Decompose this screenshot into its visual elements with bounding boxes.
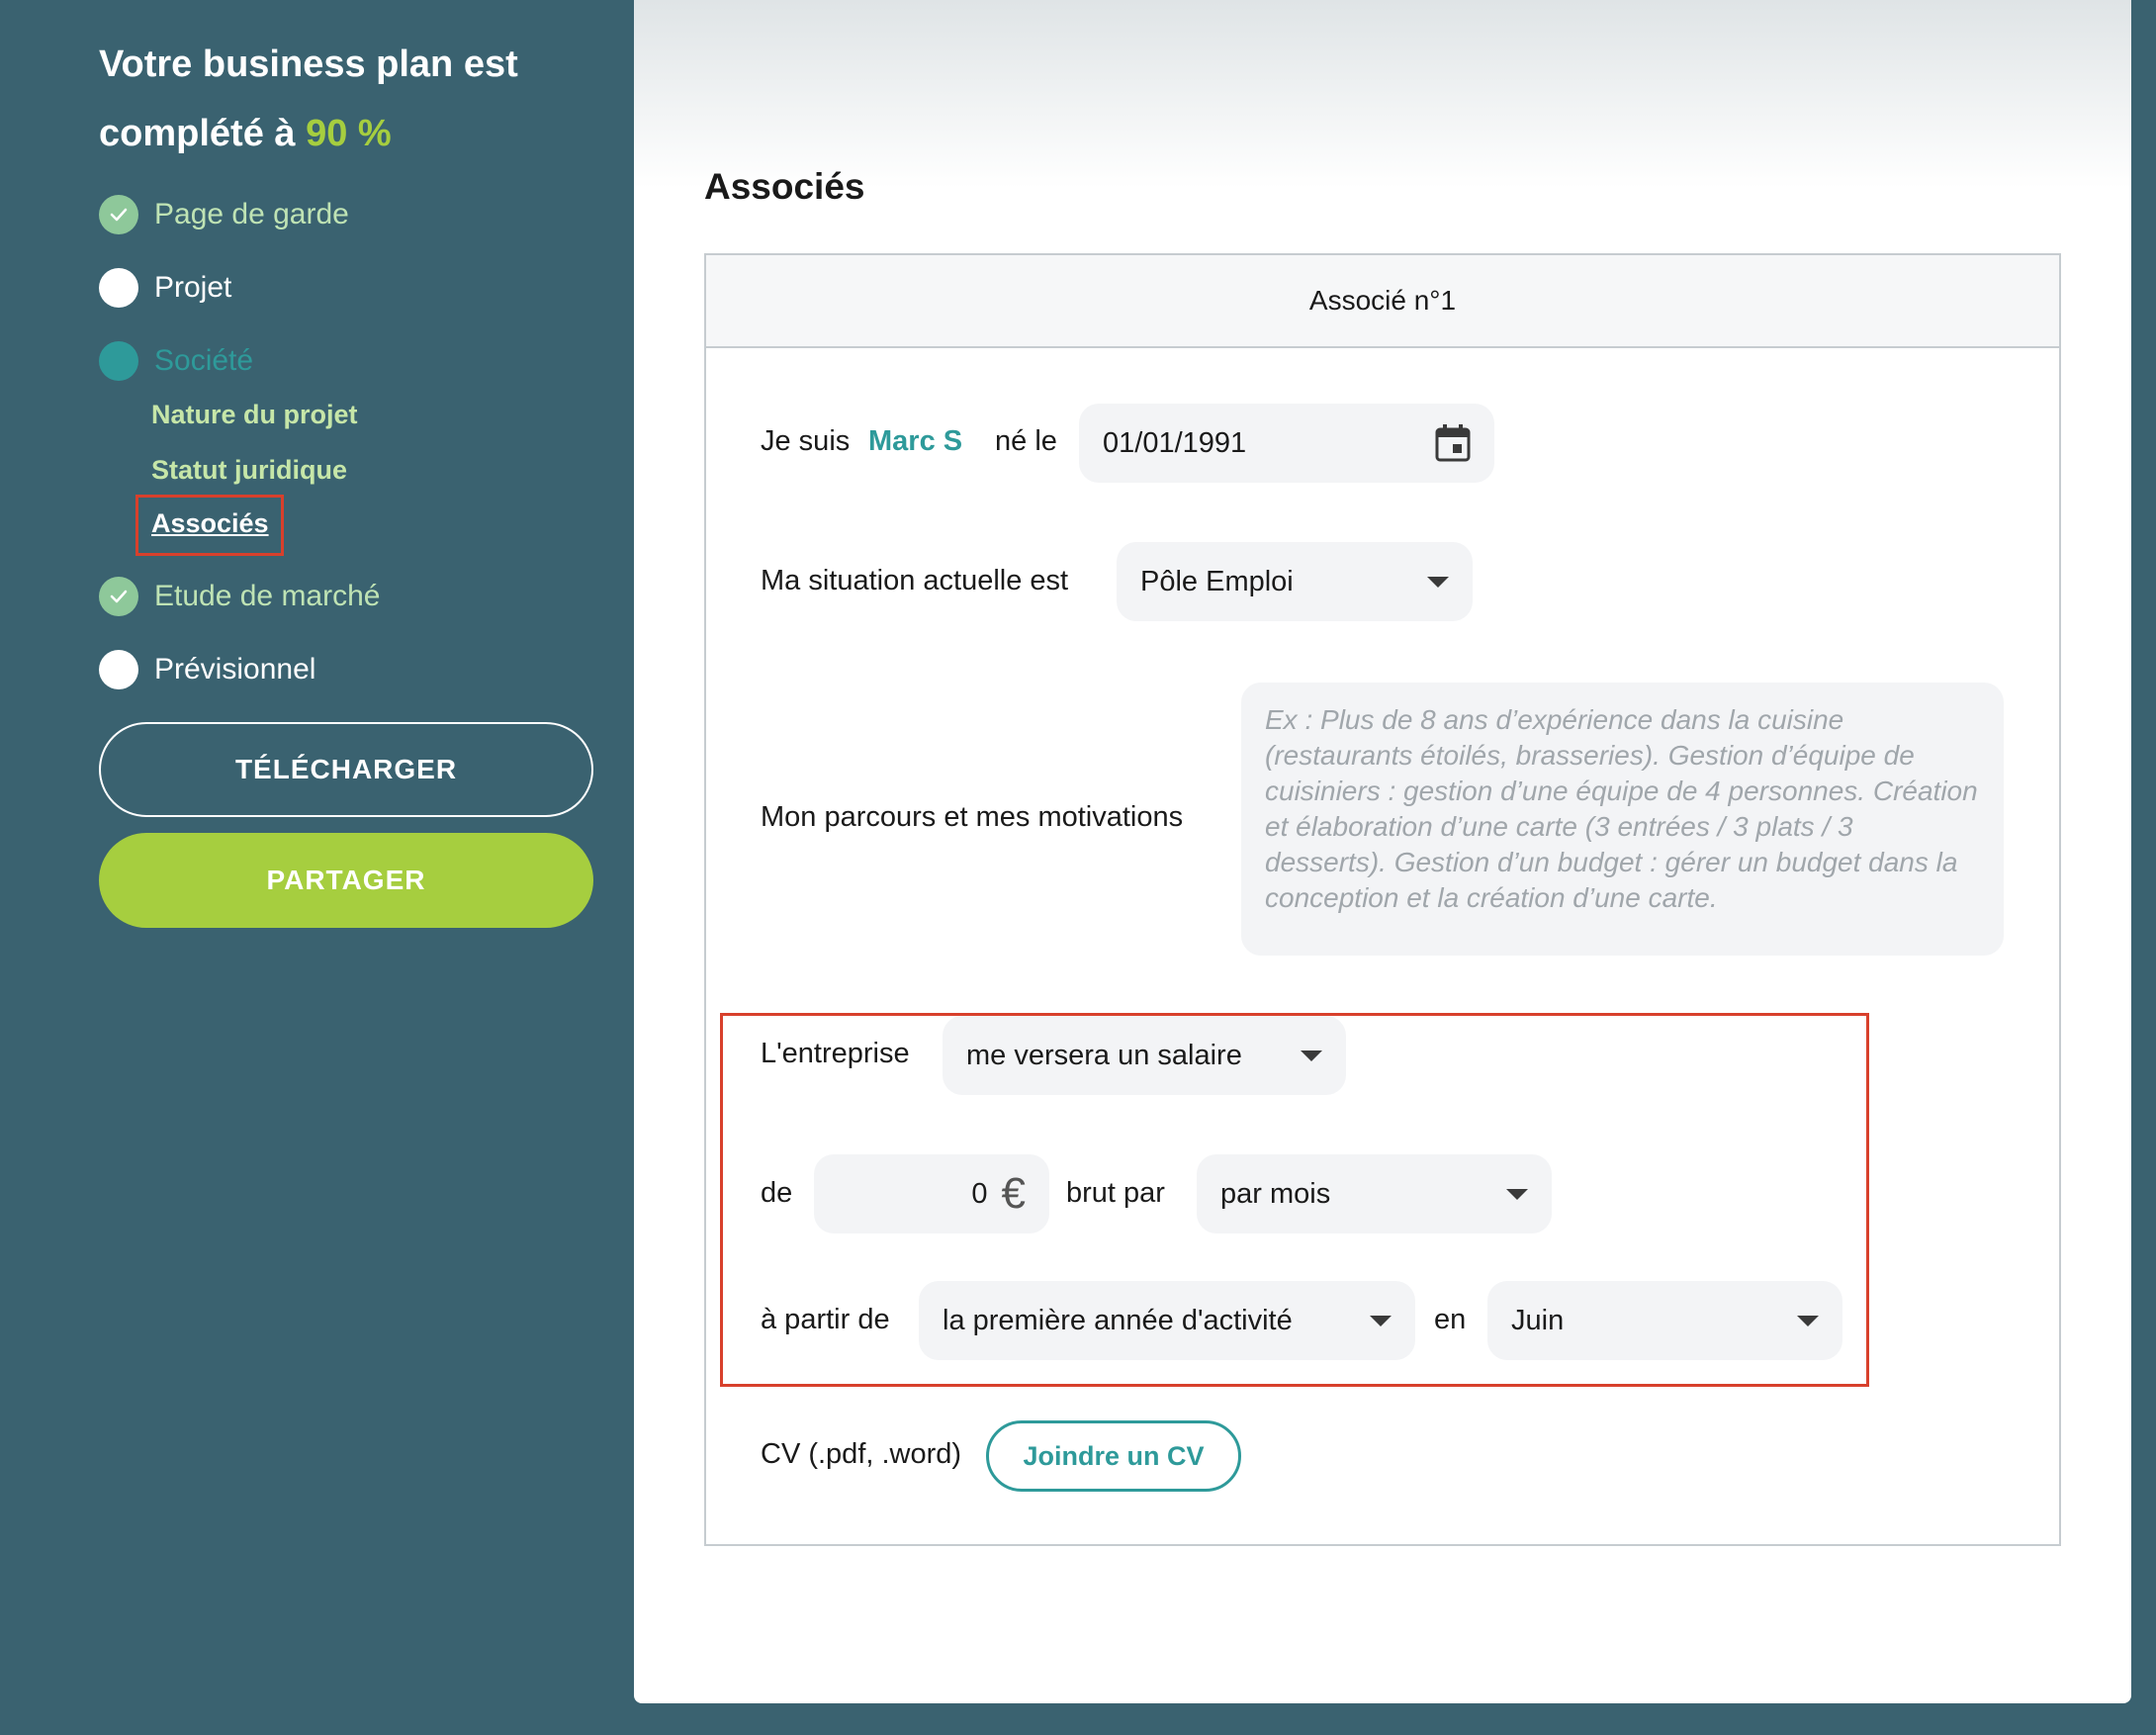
chevron-down-icon [1797, 1315, 1819, 1326]
active-substep-highlight [135, 495, 284, 556]
entreprise-label: L'entreprise [761, 1038, 910, 1069]
associate-name[interactable]: Marc S [868, 425, 962, 458]
empty-circle-icon [99, 650, 138, 689]
en-label: en [1434, 1304, 1467, 1335]
chevron-down-icon [1427, 576, 1449, 588]
chevron-down-icon [1506, 1188, 1528, 1200]
current-step-icon [99, 341, 138, 381]
step-projet[interactable]: Projet [99, 268, 231, 308]
euro-icon: € [1001, 1169, 1026, 1218]
page-title: Associés [704, 166, 865, 207]
a-partir-label: à partir de [761, 1304, 890, 1335]
step-etude-de-marche[interactable]: Etude de marché [99, 577, 380, 616]
chevron-down-icon [1301, 1050, 1322, 1061]
step-page-de-garde[interactable]: Page de garde [99, 195, 349, 234]
period-select[interactable]: par mois [1197, 1154, 1552, 1233]
situation-value: Pôle Emploi [1140, 565, 1294, 597]
birth-date-value: 01/01/1991 [1103, 426, 1247, 459]
de-label: de [761, 1177, 793, 1209]
situation-label: Ma situation actuelle est [761, 565, 1069, 596]
month-value: Juin [1511, 1304, 1565, 1336]
attach-cv-button[interactable]: Joindre un CV [986, 1420, 1241, 1492]
step-societe[interactable]: Société [99, 341, 253, 381]
brut-par-label: brut par [1066, 1177, 1165, 1209]
step-label: Prévisionnel [154, 653, 316, 685]
start-year-select[interactable]: la première année d'activité [919, 1281, 1415, 1360]
situation-select[interactable]: Pôle Emploi [1117, 542, 1473, 621]
sidebar: Votre business plan est complété à 90 % … [0, 0, 634, 1735]
download-button[interactable]: TÉLÉCHARGER [99, 722, 593, 817]
step-previsionnel[interactable]: Prévisionnel [99, 650, 315, 689]
progress-percent: 90 % [306, 113, 392, 154]
cv-label: CV (.pdf, .word) [761, 1438, 962, 1470]
step-label: Page de garde [154, 198, 349, 230]
parcours-textarea[interactable]: Ex : Plus de 8 ans d’expérience dans la … [1241, 683, 2004, 956]
je-suis-label: Je suis [761, 425, 851, 457]
entreprise-select[interactable]: me versera un salaire [943, 1016, 1346, 1095]
ne-le-label: né le [995, 425, 1057, 457]
share-button[interactable]: PARTAGER [99, 833, 593, 928]
main-content: Associés Associé n°1 Je suis Marc S né l… [634, 0, 2131, 1703]
substep-statut-juridique[interactable]: Statut juridique [151, 455, 347, 486]
empty-circle-icon [99, 268, 138, 308]
progress-title: Votre business plan est complété à 90 % [99, 30, 613, 168]
entreprise-value: me versera un salaire [966, 1039, 1242, 1071]
period-value: par mois [1220, 1177, 1331, 1210]
start-year-value: la première année d'activité [943, 1304, 1293, 1336]
salary-input[interactable]: 0 € [814, 1154, 1049, 1233]
check-icon [99, 195, 138, 234]
substep-nature-du-projet[interactable]: Nature du projet [151, 400, 358, 430]
step-label: Etude de marché [154, 580, 381, 612]
check-icon [99, 577, 138, 616]
chevron-down-icon [1370, 1315, 1392, 1326]
associate-card: Associé n°1 Je suis Marc S né le 01/01/1… [704, 253, 2061, 1546]
card-header: Associé n°1 [706, 255, 2059, 348]
calendar-icon[interactable] [1435, 424, 1471, 462]
birth-date-input[interactable]: 01/01/1991 [1079, 404, 1494, 483]
step-label: Projet [154, 271, 232, 304]
month-select[interactable]: Juin [1487, 1281, 1842, 1360]
salary-value: 0 [971, 1177, 988, 1210]
parcours-label: Mon parcours et mes motivations [761, 801, 1184, 833]
step-label: Société [154, 344, 254, 377]
